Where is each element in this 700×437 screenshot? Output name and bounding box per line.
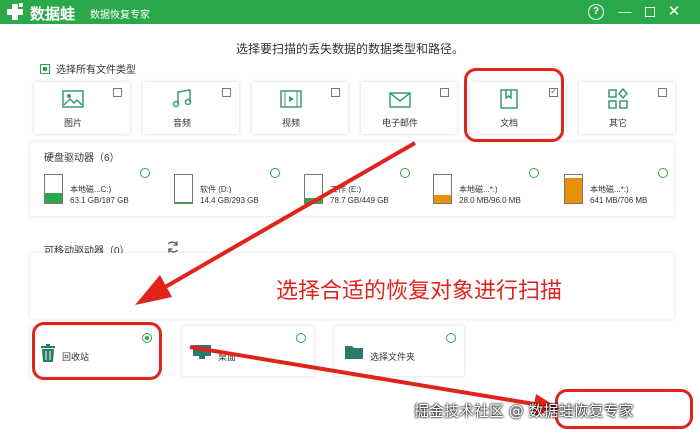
watermark-text: 掘金技术社区 @ 数据蛙恢复专家 — [414, 402, 634, 420]
annotation-arrows — [135, 141, 560, 416]
annotation-text: 选择合适的恢复对象进行扫描 — [276, 279, 563, 304]
